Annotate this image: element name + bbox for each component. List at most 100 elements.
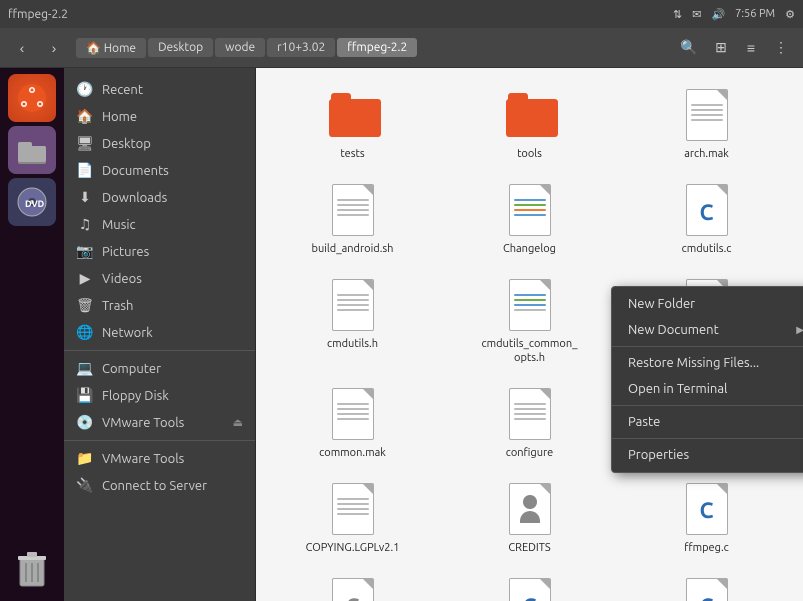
sidebar-label-vmware: VMware Tools [102, 452, 184, 466]
list-item[interactable]: cmdutils.h [266, 268, 439, 372]
sidebar-label-music: Music [102, 218, 136, 232]
breadcrumb-ffmpeg[interactable]: ffmpeg-2.2 [337, 38, 417, 57]
context-new-folder[interactable]: New Folder [612, 291, 803, 317]
context-new-document[interactable]: New Document ▶ [612, 317, 803, 343]
titlebar-right: ⇅ ✉ 🔊 7:56 PM ⚙ [673, 8, 795, 21]
sidebar-item-floppy[interactable]: 💾 Floppy Disk [64, 382, 255, 409]
file-name-tools: tools [517, 148, 542, 161]
breadcrumb-desktop[interactable]: Desktop [148, 38, 213, 57]
list-item[interactable]: arch.mak [620, 78, 793, 169]
eject-icon[interactable]: ⏏ [233, 416, 243, 429]
sidebar-item-recent[interactable]: 🕐 Recent [64, 76, 255, 103]
file-name-credits: CREDITS [508, 542, 550, 555]
vmware-device-icon: 💿 [76, 414, 94, 431]
sidebar-item-desktop[interactable]: 🖥 Desktop [64, 130, 255, 157]
file-name-cmdutils-common: cmdutils_common_opts.h [480, 338, 580, 364]
sidebar-divider-2 [64, 440, 255, 441]
ubuntu-logo[interactable] [8, 74, 56, 122]
sidebar-item-music[interactable]: ♫ Music [64, 211, 255, 238]
sidebar-item-pictures[interactable]: 📷 Pictures [64, 238, 255, 265]
dvd-dock-icon[interactable]: DVD [8, 178, 56, 226]
context-new-document-label: New Document [628, 323, 719, 337]
context-paste[interactable]: Paste [612, 409, 803, 435]
more-button[interactable]: ⋮ [767, 34, 795, 62]
breadcrumb-home[interactable]: 🏠 Home [76, 38, 146, 58]
sidebar-item-home[interactable]: 🏠 Home [64, 103, 255, 130]
list-item[interactable]: CREDITS [443, 472, 616, 563]
computer-icon: 💻 [76, 360, 94, 377]
context-restore-label: Restore Missing Files... [628, 356, 759, 370]
sidebar-label-connect: Connect to Server [102, 479, 207, 493]
sidebar: 🕐 Recent 🏠 Home 🖥 Desktop 📄 Documents ⬇ … [64, 68, 256, 601]
forward-button[interactable]: › [40, 34, 68, 62]
list-item[interactable]: tests [266, 78, 439, 169]
file-name-lgplv2: COPYING.LGPLv2.1 [306, 542, 400, 555]
context-open-terminal[interactable]: Open in Terminal [612, 376, 803, 402]
list-item[interactable]: build_android.sh [266, 173, 439, 264]
sidebar-item-downloads[interactable]: ⬇ Downloads [64, 184, 255, 211]
sidebar-item-documents[interactable]: 📄 Documents [64, 157, 255, 184]
sidebar-item-trash[interactable]: 🗑 Trash [64, 292, 255, 319]
volume-icon: 🔊 [711, 8, 725, 21]
chevron-right-icon: ▶ [796, 324, 803, 336]
file-name-cmdutils-h: cmdutils.h [327, 338, 378, 351]
sidebar-label-pictures: Pictures [102, 245, 149, 259]
file-name-changelog: Changelog [503, 243, 556, 256]
file-area: tests tools [256, 68, 803, 601]
sidebar-label-network: Network [102, 326, 153, 340]
list-item[interactable]: C ffmpeg.c [620, 472, 793, 563]
sidebar-item-videos[interactable]: ▶ Videos [64, 265, 255, 292]
titlebar-left: ffmpeg-2.2 [8, 8, 68, 21]
folder-icon-tests [329, 86, 377, 144]
app-window: ‹ › 🏠 Home Desktop wode r10+3.02 ffmpeg-… [0, 28, 803, 601]
files-dock-icon[interactable] [8, 126, 56, 174]
videos-icon: ▶ [76, 270, 94, 287]
search-button[interactable]: 🔍 [675, 34, 703, 62]
sidebar-label-computer: Computer [102, 362, 161, 376]
titlebar-time: 7:56 PM [735, 8, 775, 20]
file-icon-lgplv2 [329, 480, 377, 538]
home-icon: 🏠 [76, 108, 94, 125]
context-properties[interactable]: Properties [612, 442, 803, 468]
left-dock: DVD [0, 68, 64, 601]
list-item[interactable]: C ffmpeg_filter.c [443, 567, 616, 601]
sidebar-item-connect[interactable]: 🔌 Connect to Server [64, 472, 255, 499]
person-head [523, 495, 537, 509]
toolbar: ‹ › 🏠 Home Desktop wode r10+3.02 ffmpeg-… [0, 28, 803, 68]
sidebar-label-vmware-device: VMware Tools [102, 416, 184, 430]
settings-icon: ⚙ [785, 8, 795, 21]
trash-dock-icon[interactable] [8, 545, 56, 593]
list-item[interactable]: cmdutils_common_opts.h [443, 268, 616, 372]
sidebar-item-vmware[interactable]: 📁 VMware Tools [64, 445, 255, 472]
back-button[interactable]: ‹ [8, 34, 36, 62]
file-icon-cmdutils-c: C [683, 181, 731, 239]
breadcrumb-r10[interactable]: r10+3.02 [267, 38, 335, 57]
file-name-arch: arch.mak [684, 148, 729, 161]
connect-icon: 🔌 [76, 477, 94, 494]
list-item[interactable]: COPYING.LGPLv2.1 [266, 472, 439, 563]
list-item[interactable]: Changelog [443, 173, 616, 264]
sidebar-item-computer[interactable]: 💻 Computer [64, 355, 255, 382]
breadcrumb-wode[interactable]: wode [215, 38, 265, 57]
grid-view-button[interactable]: ⊞ [707, 34, 735, 62]
file-name-build: build_android.sh [312, 243, 394, 256]
context-separator-1 [612, 346, 803, 347]
network-icon: ⇅ [673, 8, 682, 21]
sidebar-label-documents: Documents [102, 164, 169, 178]
sidebar-item-network[interactable]: 🌐 Network [64, 319, 255, 346]
context-restore[interactable]: Restore Missing Files... [612, 350, 803, 376]
sidebar-label-videos: Videos [102, 272, 142, 286]
list-item[interactable]: C ffmpeg.h [266, 567, 439, 601]
list-item[interactable]: configure [443, 377, 616, 468]
list-item[interactable]: C cmdutils.c [620, 173, 793, 264]
trash-icon: 🗑 [76, 297, 94, 314]
list-item[interactable]: common.mak [266, 377, 439, 468]
list-item[interactable]: C ffmpeg_opt.c [620, 567, 793, 601]
file-icon-ffmpeg-filter: C [506, 575, 554, 601]
list-view-button[interactable]: ≡ [737, 34, 765, 62]
sidebar-item-vmware-device[interactable]: 💿 VMware Tools ⏏ [64, 409, 255, 436]
list-item[interactable]: tools [443, 78, 616, 169]
recent-icon: 🕐 [76, 81, 94, 98]
context-separator-3 [612, 438, 803, 439]
context-open-terminal-label: Open in Terminal [628, 382, 727, 396]
